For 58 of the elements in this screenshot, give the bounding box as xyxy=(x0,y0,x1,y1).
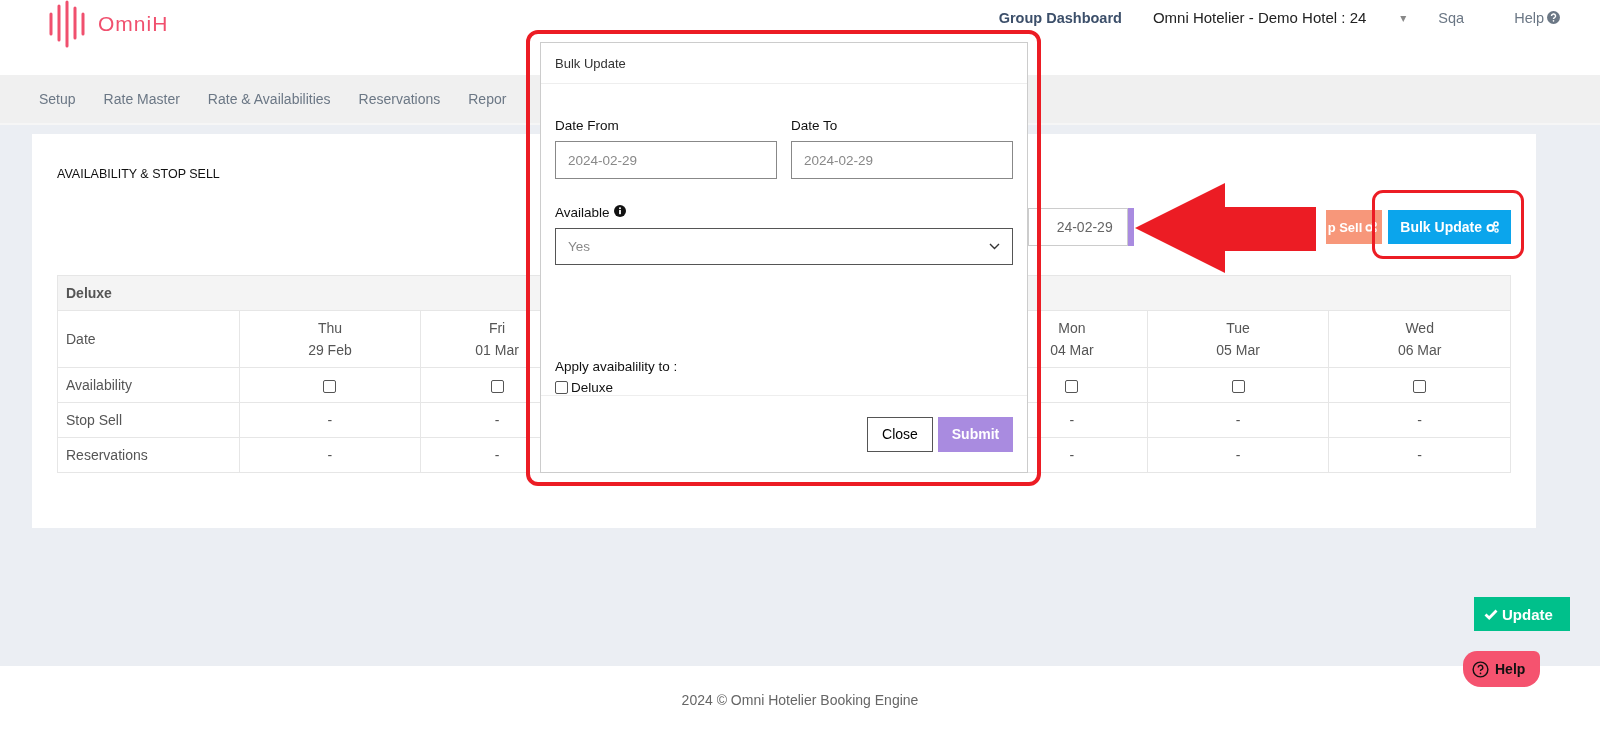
field-label: Available xyxy=(555,205,610,220)
info-icon xyxy=(613,205,626,217)
update-button[interactable]: Update xyxy=(1474,597,1570,631)
stop-sell-button[interactable]: p Sell xyxy=(1325,210,1383,244)
availability-checkbox[interactable] xyxy=(490,379,504,393)
row-label: Stop Sell xyxy=(57,402,240,438)
reservations-value: - xyxy=(1417,447,1422,463)
gear-icon xyxy=(1365,221,1378,233)
date-header: Wed 06 Mar xyxy=(1328,310,1511,368)
availability-checkbox[interactable] xyxy=(1231,379,1245,393)
reservations-value: - xyxy=(1069,447,1075,463)
stop-sell-value: - xyxy=(1235,412,1241,428)
group-dashboard-link[interactable]: Group Dashboard xyxy=(998,9,1122,26)
date-header: Thu 29 Feb xyxy=(239,310,421,368)
footer-text: 2024 © Omni Hotelier Booking Engine xyxy=(681,691,919,708)
field-label: Date From xyxy=(555,118,620,133)
chevron-down-icon xyxy=(989,243,1000,250)
close-button[interactable]: Close xyxy=(867,416,933,452)
help-link[interactable]: Help xyxy=(1514,9,1544,26)
check-icon xyxy=(1484,608,1498,620)
section-title: AVAILABILITY & STOP SELL xyxy=(57,167,221,181)
hotel-dropdown-caret[interactable]: ▾ xyxy=(1400,10,1407,25)
row-label: Availability xyxy=(57,367,240,403)
nav-item[interactable]: Setup xyxy=(39,91,76,107)
help-icon xyxy=(1547,11,1560,24)
reservations-value: - xyxy=(494,447,500,463)
help-button[interactable]: Help xyxy=(1463,651,1540,687)
row-label: Reservations xyxy=(57,437,240,473)
help-icon xyxy=(1472,660,1489,678)
room-label: Deluxe xyxy=(571,380,614,395)
logo-text: OmniH xyxy=(98,12,169,36)
hotel-name: Omni Hotelier - Demo Hotel : 24 xyxy=(1152,9,1367,26)
date-from-field[interactable]: 2024-02-29 xyxy=(555,141,777,179)
user-link[interactable]: Sqa xyxy=(1438,9,1465,26)
nav-item[interactable]: Repor xyxy=(468,91,507,107)
room-checkbox[interactable] xyxy=(555,381,568,394)
reservations-value: - xyxy=(1235,447,1241,463)
availability-checkbox[interactable] xyxy=(1065,379,1079,393)
bulk-update-button[interactable]: Bulk Update xyxy=(1388,210,1511,244)
field-label: Date To xyxy=(791,118,839,133)
gear-icon xyxy=(1486,221,1499,233)
dialog-title: Bulk Update xyxy=(555,55,626,71)
availability-checkbox[interactable] xyxy=(1413,379,1427,393)
available-select[interactable]: Yes xyxy=(555,228,1013,265)
nav-item[interactable]: Reservations xyxy=(358,91,441,107)
date-to-field[interactable]: 2024-02-29 xyxy=(791,141,1013,179)
submit-button[interactable]: Submit xyxy=(938,416,1013,452)
stop-sell-value: - xyxy=(494,412,500,428)
reservations-value: - xyxy=(327,447,333,463)
stop-sell-value: - xyxy=(1417,412,1422,428)
nav-item[interactable]: Rate & Availabilities xyxy=(207,91,331,107)
stop-sell-value: - xyxy=(1069,412,1075,428)
nav-item[interactable]: Rate Master xyxy=(103,91,180,107)
row-label: Date xyxy=(57,310,240,368)
date-field[interactable]: 24-02-29 xyxy=(1027,208,1128,246)
availability-checkbox[interactable] xyxy=(323,379,337,393)
stop-sell-value: - xyxy=(327,412,333,428)
date-header: Tue 05 Mar xyxy=(1147,310,1329,368)
